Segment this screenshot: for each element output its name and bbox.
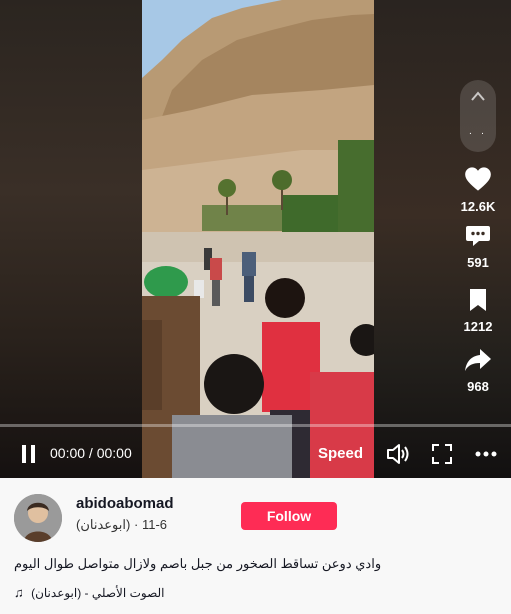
video-blur-left [0, 0, 142, 478]
video-caption: وادي دوعن تساقط الصخور من جبل باصم ولازا… [14, 556, 382, 571]
pause-icon[interactable] [20, 444, 38, 464]
speed-button[interactable]: Speed [318, 445, 363, 462]
author-meta: (ابوعدنان) · 6-11 [76, 517, 167, 533]
music-title: الصوت الأصلي - (ابوعدنان) [31, 586, 165, 600]
more-nav-dots: · · [468, 128, 488, 139]
more-icon[interactable] [475, 451, 497, 457]
volume-icon[interactable] [386, 443, 410, 465]
save-button[interactable]: 1212 [448, 288, 508, 334]
comment-icon [466, 226, 490, 246]
music-note-icon: ♫ [14, 585, 24, 600]
music-link[interactable]: ♫ الصوت الأصلي - (ابوعدنان) [14, 585, 164, 600]
comment-count: 591 [467, 255, 489, 270]
bookmark-icon [470, 289, 486, 311]
progress-bar[interactable] [0, 424, 511, 427]
like-button[interactable]: 12.6K [448, 166, 508, 214]
comment-button[interactable]: 591 [448, 224, 508, 270]
avatar[interactable] [14, 494, 62, 542]
time-display: 00:00 / 00:00 [50, 445, 132, 461]
save-count: 1212 [463, 319, 493, 334]
share-count: 968 [467, 379, 489, 394]
heart-icon [465, 167, 491, 191]
video-frame[interactable] [142, 0, 374, 478]
follow-button[interactable]: Follow [241, 502, 337, 530]
post-date: 6-11 [141, 517, 168, 532]
share-button[interactable]: 968 [448, 348, 508, 394]
chevron-up-icon[interactable] [470, 90, 486, 102]
meta-separator: · [133, 517, 139, 532]
fullscreen-icon[interactable] [432, 444, 452, 464]
share-icon [465, 349, 491, 371]
video-nav-pill[interactable]: · · [460, 80, 496, 152]
like-count: 12.6K [460, 199, 496, 214]
video-player[interactable]: · · 12.6K 591 1212 968 00:00 / 00:00 Spe… [0, 0, 511, 478]
author-display-name: (ابوعدنان) [76, 517, 131, 532]
author-username[interactable]: abidoabomad [76, 497, 226, 513]
